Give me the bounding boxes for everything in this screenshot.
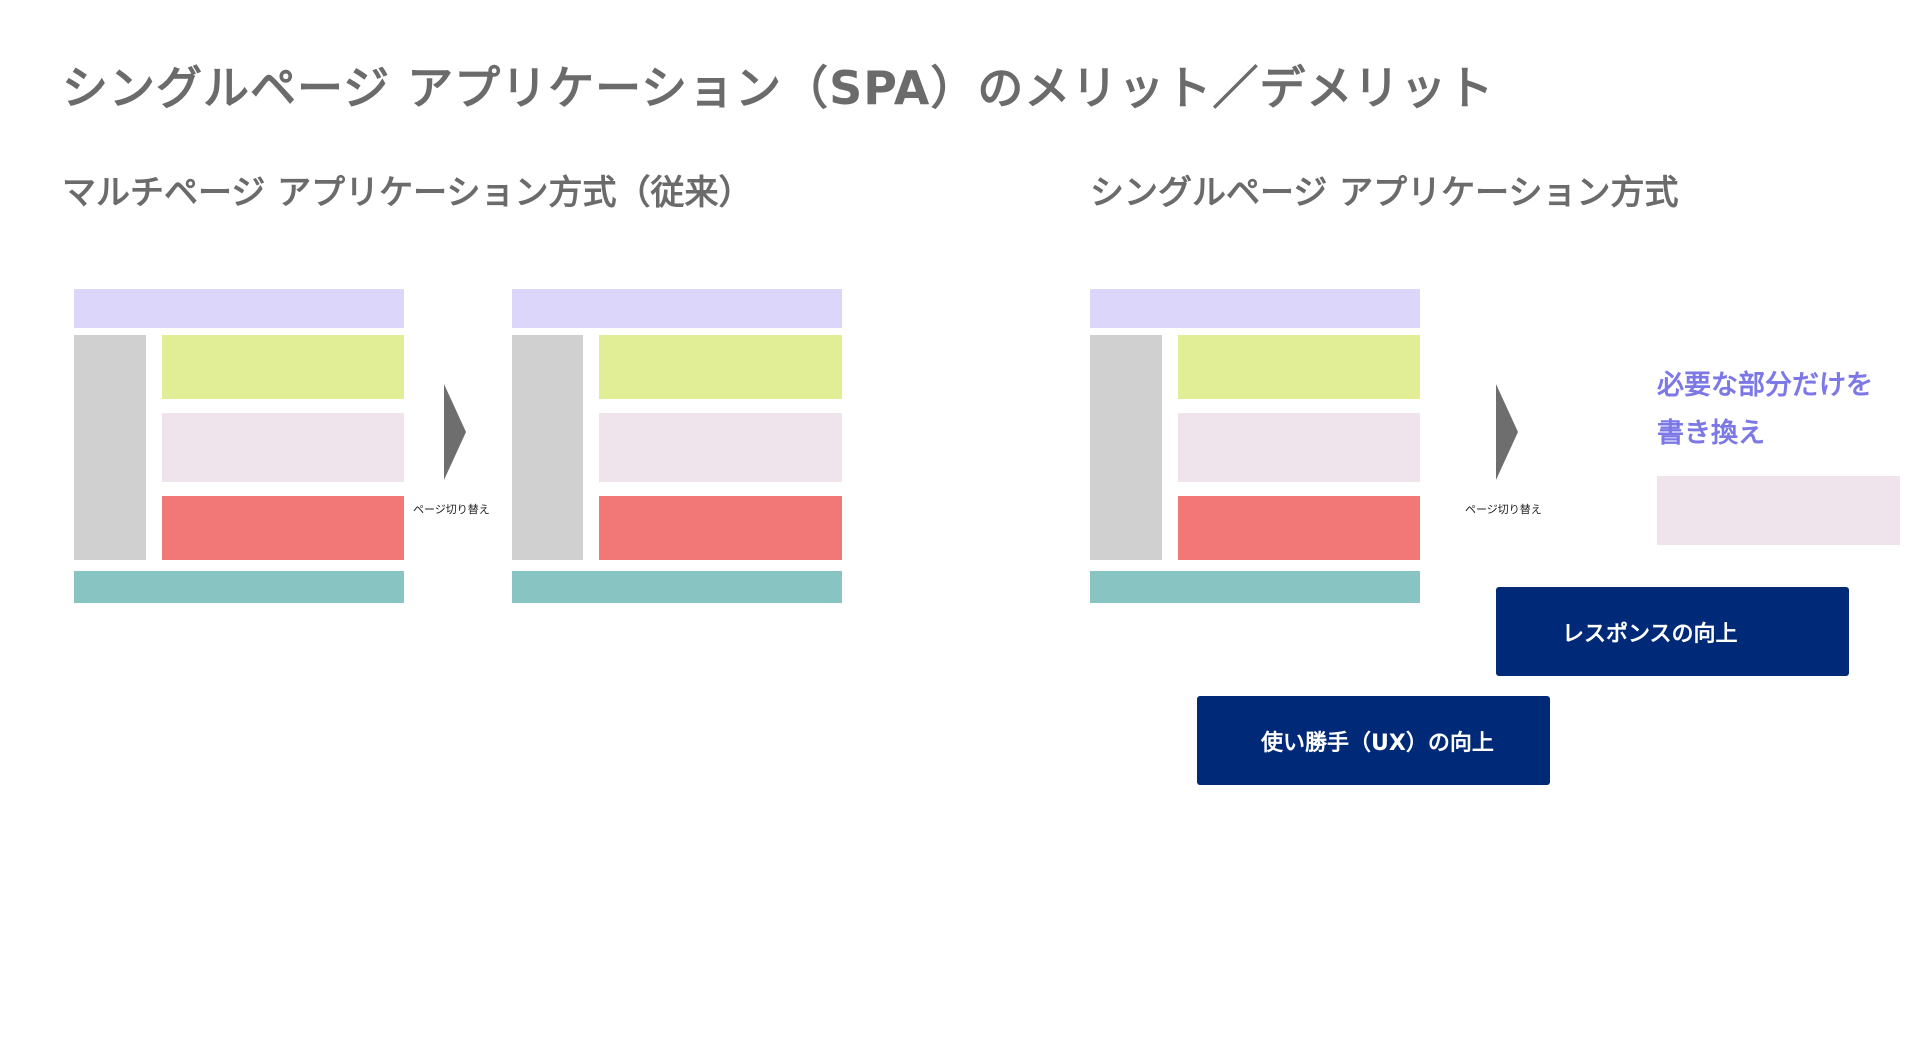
page-header-block xyxy=(512,289,842,328)
page-content-block-pink xyxy=(1178,413,1420,482)
mpa-transition-label: ページ切り替え xyxy=(413,503,490,516)
rewrite-note-line1: 必要な部分だけを xyxy=(1657,370,1873,401)
page-sidebar-block xyxy=(74,335,146,560)
rewrite-note: 必要な部分だけを 書き換え xyxy=(1657,362,1873,458)
rewrite-note-line2: 書き換え xyxy=(1657,418,1765,449)
page-content-block-green xyxy=(599,335,842,399)
page-content-block-green xyxy=(162,335,404,399)
page-content-block-red xyxy=(162,496,404,560)
mpa-heading: マルチページ アプリケーション方式（従来） xyxy=(62,173,753,213)
page-footer-block xyxy=(74,571,404,603)
page-footer-block xyxy=(1090,571,1420,603)
usability-benefit-box: 使い勝手（UX）の向上 xyxy=(1197,696,1550,785)
spa-transition-label: ページ切り替え xyxy=(1465,503,1542,516)
page-sidebar-block xyxy=(1090,335,1162,560)
page-content-block-green xyxy=(1178,335,1420,399)
page-content-block-pink xyxy=(599,413,842,482)
arrow-right-icon xyxy=(1496,384,1518,480)
arrow-right-icon xyxy=(444,384,466,480)
replaced-content-block xyxy=(1657,476,1900,545)
spa-heading: シングルページ アプリケーション方式 xyxy=(1090,173,1679,213)
page-title: シングルページ アプリケーション（SPA）のメリット／デメリット xyxy=(62,61,1495,115)
page-footer-block xyxy=(512,571,842,603)
page-sidebar-block xyxy=(512,335,583,560)
page-content-block-pink xyxy=(162,413,404,482)
page-header-block xyxy=(1090,289,1420,328)
page-content-block-red xyxy=(599,496,842,560)
response-benefit-box: レスポンスの向上 xyxy=(1496,587,1849,676)
page-content-block-red xyxy=(1178,496,1420,560)
page-header-block xyxy=(74,289,404,328)
